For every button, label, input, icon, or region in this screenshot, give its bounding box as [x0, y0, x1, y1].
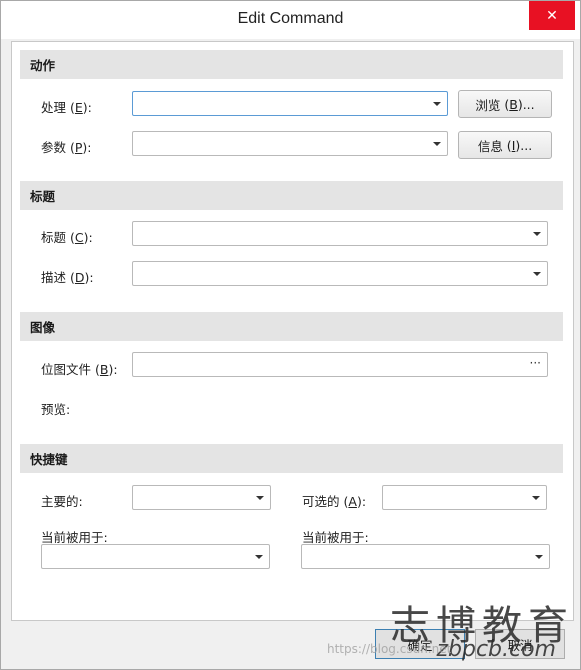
browse-ellipsis-icon[interactable]: ··· [530, 356, 541, 370]
chevron-down-icon [533, 232, 541, 236]
preview-label: 预览: [41, 402, 71, 417]
used-by-combobox-primary[interactable] [41, 544, 270, 569]
handler-combobox[interactable] [132, 91, 448, 116]
handler-label: 处理 (E): [41, 100, 92, 115]
section-header-image: 图像 [20, 312, 563, 341]
watermark-site: zbpcb.com [436, 637, 556, 662]
chevron-down-icon [256, 496, 264, 500]
close-icon: ✕ [546, 7, 558, 24]
params-label: 参数 (P): [41, 140, 92, 155]
alternate-key-label: 可选的 (A): [302, 494, 367, 509]
primary-key-combobox[interactable] [132, 485, 271, 510]
info-button[interactable]: 信息 (I)... [458, 131, 552, 159]
edit-command-dialog: Edit Command ✕ 动作 处理 (E): 浏览 (B)... 参数 (… [0, 0, 581, 670]
description-combobox[interactable] [132, 261, 548, 286]
chevron-down-icon [255, 555, 263, 559]
browse-button[interactable]: 浏览 (B)... [458, 90, 552, 118]
close-button[interactable]: ✕ [529, 1, 575, 30]
section-header-action: 动作 [20, 50, 563, 79]
window-title: Edit Command [237, 10, 344, 27]
title-bar: Edit Command ✕ [1, 1, 580, 39]
title-combobox[interactable] [132, 221, 548, 246]
chevron-down-icon [433, 102, 441, 106]
watermark-blog: https://blog.csdn.net [327, 642, 452, 656]
title-label: 标题 (C): [41, 230, 93, 245]
chevron-down-icon [535, 555, 543, 559]
used-by-combobox-alternate[interactable] [301, 544, 550, 569]
bitmap-file-field[interactable]: ··· [132, 352, 548, 377]
chevron-down-icon [533, 272, 541, 276]
alternate-key-combobox[interactable] [382, 485, 547, 510]
chevron-down-icon [433, 142, 441, 146]
params-combobox[interactable] [132, 131, 448, 156]
chevron-down-icon [532, 496, 540, 500]
description-label: 描述 (D): [41, 270, 94, 285]
section-header-shortcut: 快捷键 [20, 444, 563, 473]
bitmap-label: 位图文件 (B): [41, 362, 118, 377]
primary-key-label: 主要的: [41, 494, 83, 509]
dialog-body: 动作 处理 (E): 浏览 (B)... 参数 (P): 信息 (I)... 标… [11, 41, 574, 621]
section-header-title: 标题 [20, 181, 563, 210]
